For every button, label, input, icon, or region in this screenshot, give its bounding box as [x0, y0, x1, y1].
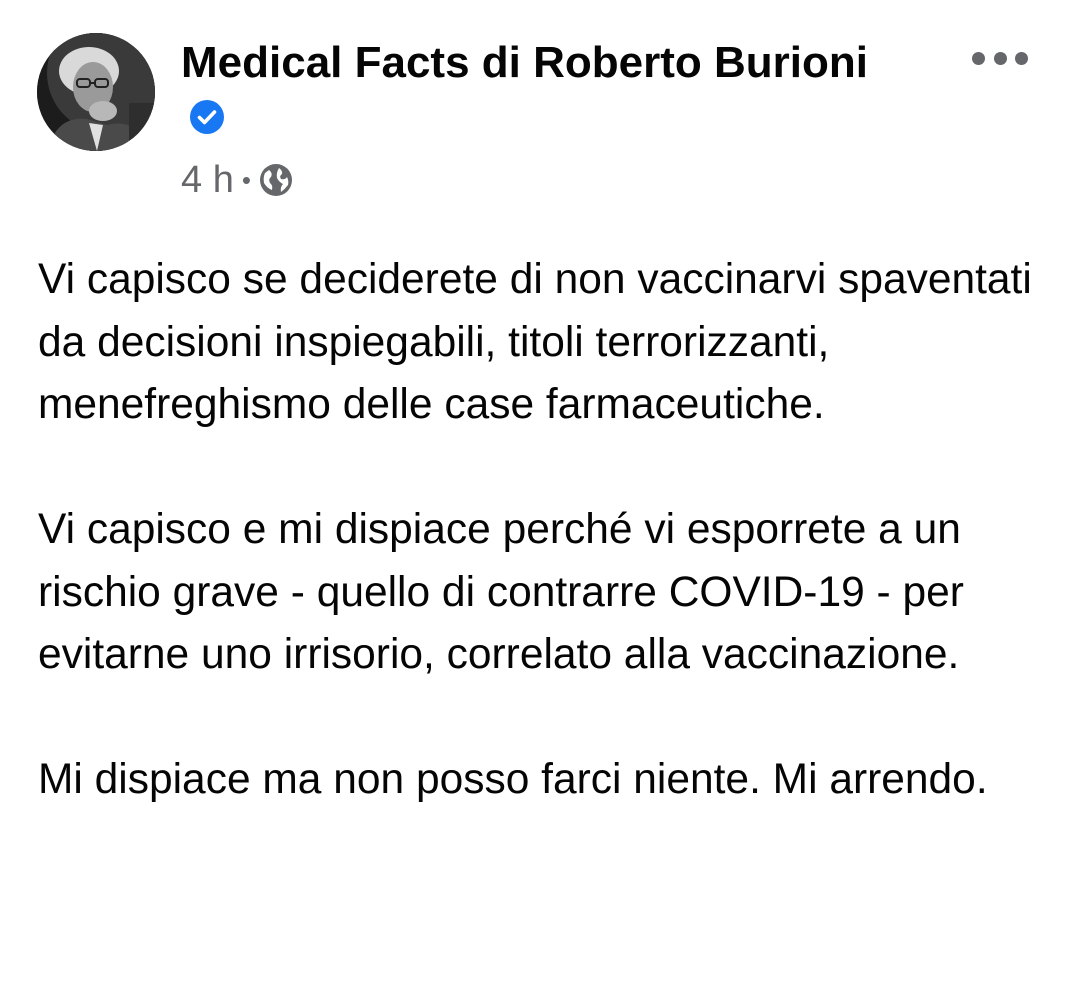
post-meta: 4 h • — [181, 158, 293, 202]
post-paragraph: Vi capisco se deciderete di non vaccinar… — [38, 256, 1032, 428]
verified-badge-icon — [190, 100, 224, 134]
facebook-post: Medical Facts di Roberto Burioni 4 h • V… — [0, 0, 1080, 1008]
meta-separator: • — [241, 164, 251, 195]
author-avatar[interactable] — [37, 33, 155, 151]
post-timestamp[interactable]: 4 h — [181, 159, 234, 202]
post-body: Vi capisco se deciderete di non vaccinar… — [38, 249, 1058, 812]
author-name[interactable]: Medical Facts di Roberto Burioni — [181, 36, 881, 144]
more-options-button[interactable] — [972, 40, 1028, 76]
globe-icon[interactable] — [259, 163, 293, 197]
more-dot — [993, 51, 1007, 65]
profile-avatar-icon — [37, 33, 155, 151]
author-name-text: Medical Facts di Roberto Burioni — [181, 38, 868, 87]
post-paragraph: Vi capisco e mi dispiace perché vi espor… — [38, 506, 964, 678]
post-paragraph: Mi dispiace ma non posso farci niente. M… — [38, 756, 988, 803]
more-dot — [972, 51, 985, 65]
more-dot — [1015, 51, 1028, 65]
